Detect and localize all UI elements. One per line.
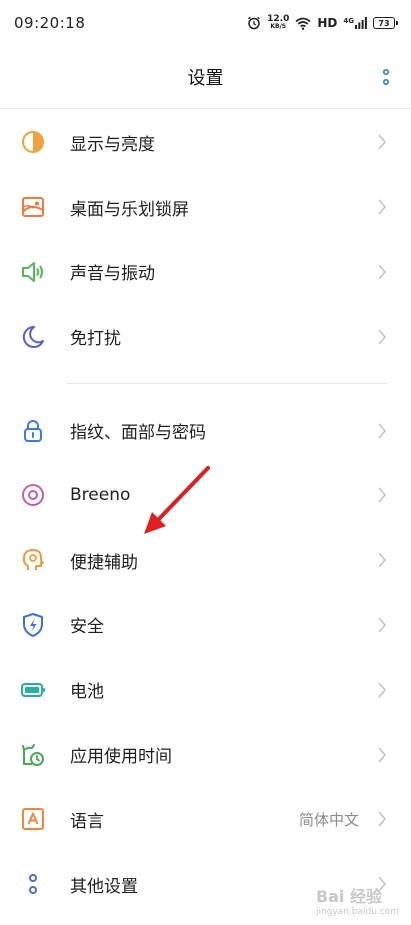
chevron-right-icon — [378, 329, 387, 345]
settings-item-label: 便捷辅助 — [70, 552, 138, 573]
settings-item-battery[interactable]: 电池 — [0, 657, 411, 722]
signal-bars-icon — [355, 17, 367, 29]
display-brightness-icon — [22, 131, 44, 154]
settings-item-language[interactable]: 语言 简体中文 — [0, 787, 411, 852]
settings-item-label: Breeno — [70, 485, 131, 506]
shield-icon — [23, 612, 43, 637]
status-bar: 09:20:18 12.0 KB/S HD 4G 73 — [0, 0, 411, 46]
settings-item-breeno[interactable]: Breeno — [0, 463, 411, 528]
settings-item-label: 电池 — [70, 682, 104, 703]
watermark: Bai 经验 jingyan.baidu.com — [316, 883, 399, 917]
app-timer-icon — [22, 743, 44, 766]
other-settings-icon — [29, 874, 37, 895]
chevron-right-icon — [378, 682, 387, 698]
settings-item-label: 指纹、面部与密码 — [70, 423, 206, 444]
page-header: 设置 — [0, 46, 411, 109]
speaker-icon — [22, 261, 43, 282]
status-icons: 12.0 KB/S HD 4G 73 — [247, 15, 398, 31]
net-speed-value: 12.0 — [267, 14, 290, 24]
watermark-sub: jingyan.baidu.com — [315, 907, 399, 917]
settings-item-wallpaper-lockscreen[interactable]: 桌面与乐划锁屏 — [0, 175, 411, 240]
moon-icon — [22, 325, 44, 348]
chevron-right-icon — [378, 134, 387, 150]
settings-item-fingerprint-face-password[interactable]: 指纹、面部与密码 — [0, 398, 411, 463]
settings-item-convenience-assist[interactable]: 便捷辅助 — [0, 528, 411, 593]
settings-item-label: 显示与亮度 — [70, 134, 155, 155]
chevron-right-icon — [378, 199, 387, 215]
settings-item-security[interactable]: 安全 — [0, 593, 411, 658]
settings-item-display-brightness[interactable]: 显示与亮度 — [0, 110, 411, 175]
settings-item-sound-vibration[interactable]: 声音与振动 — [0, 240, 411, 305]
chevron-right-icon — [378, 811, 387, 827]
settings-list: 显示与亮度 桌面与乐划锁屏 声音与振动 免打扰 指纹、面部与密码 Breeno … — [0, 110, 411, 917]
page-title: 设置 — [187, 68, 224, 89]
net-speed: 12.0 KB/S — [267, 15, 289, 31]
alarm-icon — [248, 16, 261, 30]
language-current-value: 简体中文 — [298, 810, 359, 829]
settings-item-label: 桌面与乐划锁屏 — [70, 199, 189, 220]
group-divider — [66, 383, 387, 385]
chevron-right-icon — [378, 487, 387, 503]
wifi-icon — [295, 17, 311, 30]
settings-item-label: 免打扰 — [70, 329, 121, 350]
chevron-right-icon — [378, 552, 387, 568]
cell-signal-icon: 4G — [343, 17, 367, 29]
settings-item-label: 其他设置 — [70, 876, 138, 897]
battery-icon — [21, 682, 45, 697]
lock-icon — [24, 419, 42, 442]
settings-item-label: 声音与振动 — [70, 264, 155, 285]
chevron-right-icon — [378, 423, 387, 439]
more-options-icon[interactable] — [381, 68, 391, 88]
signal-type: 4G — [343, 17, 354, 25]
chevron-right-icon — [378, 747, 387, 763]
hd-indicator: HD — [317, 16, 338, 30]
settings-item-label: 语言 — [70, 811, 104, 832]
breeno-icon — [22, 484, 44, 507]
watermark-main: Bai 经验 — [315, 887, 382, 906]
chevron-right-icon — [378, 617, 387, 633]
net-speed-unit: KB/S — [270, 23, 287, 30]
wallpaper-icon — [22, 197, 44, 218]
settings-item-label: 应用使用时间 — [70, 747, 172, 768]
settings-item-label: 安全 — [70, 617, 104, 638]
chevron-right-icon — [378, 264, 387, 280]
battery-indicator: 73 — [373, 17, 398, 29]
language-icon — [22, 808, 44, 831]
status-time: 09:20:18 — [14, 14, 86, 32]
settings-item-app-usage-time[interactable]: 应用使用时间 — [0, 722, 411, 787]
settings-item-do-not-disturb[interactable]: 免打扰 — [0, 304, 411, 369]
assist-head-icon — [22, 549, 44, 571]
